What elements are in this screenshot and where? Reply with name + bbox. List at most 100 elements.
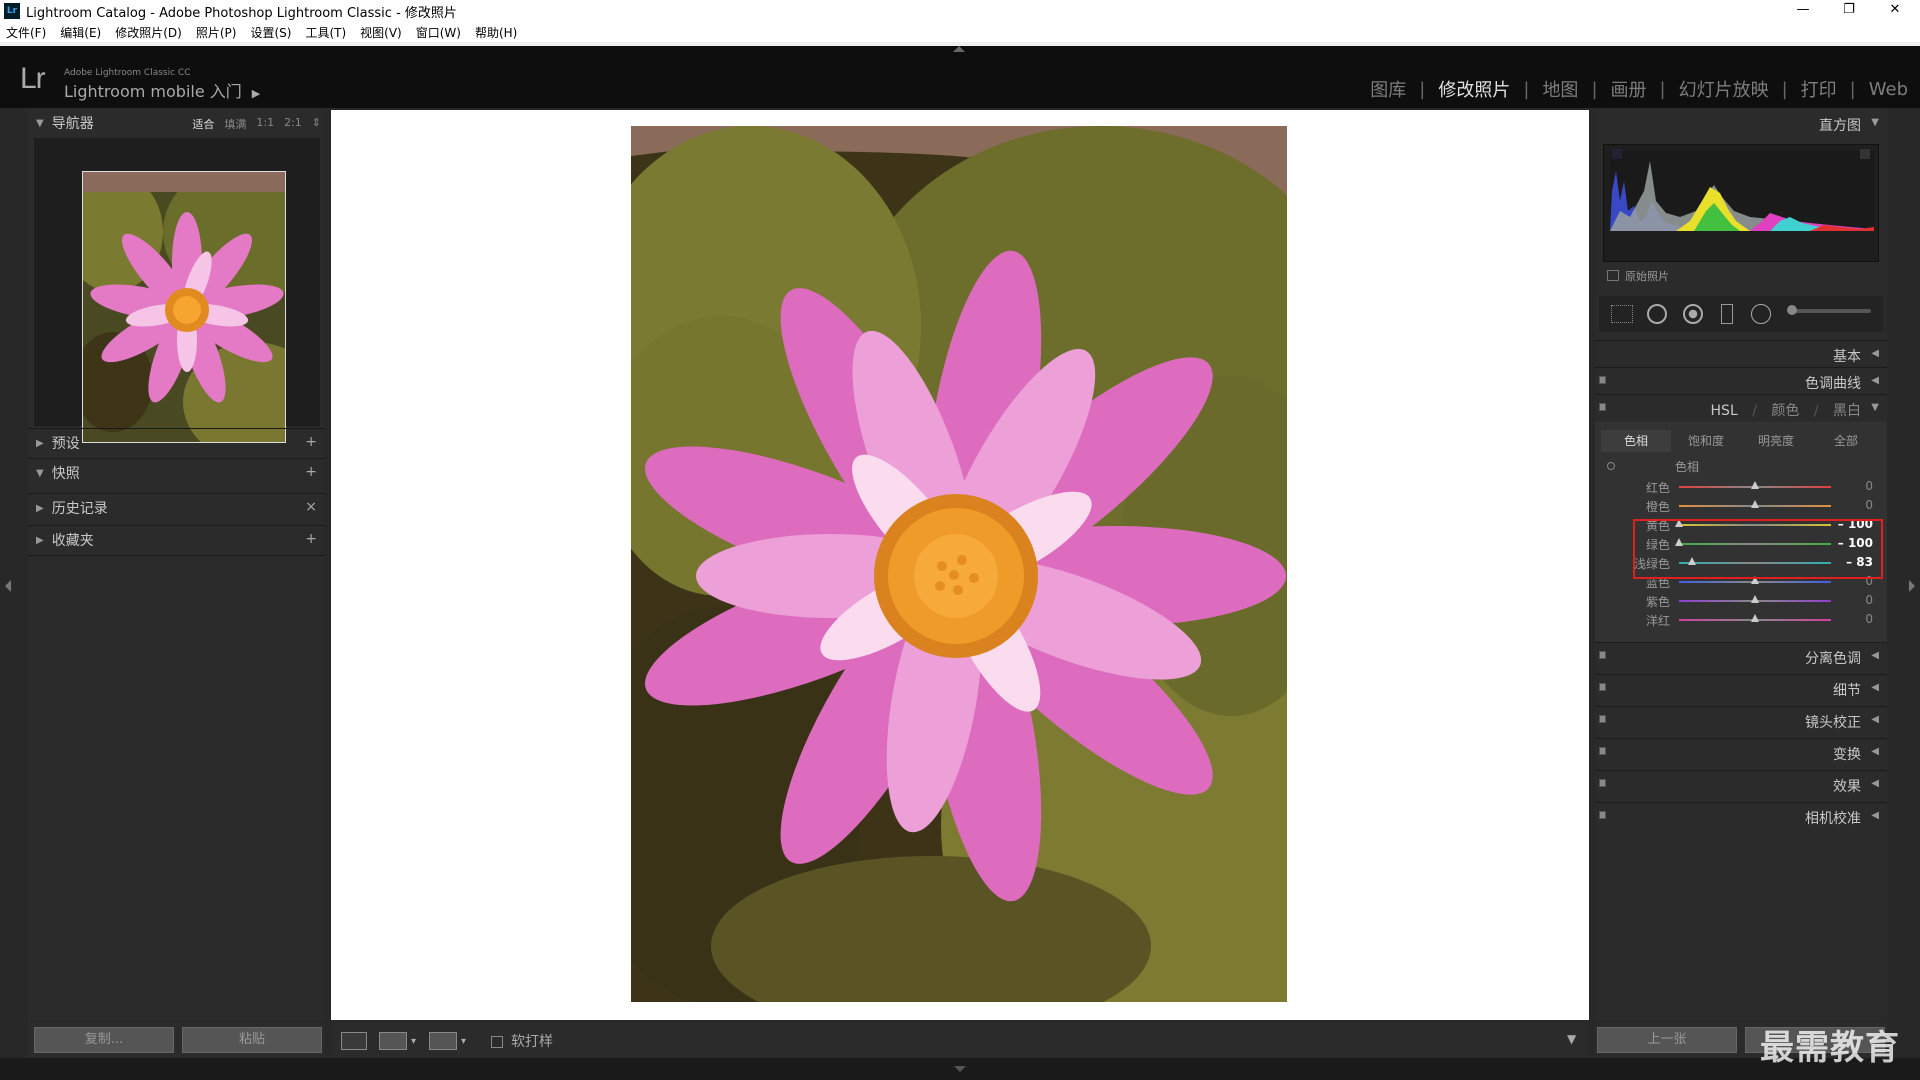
toolbar-menu-icon[interactable]: ▼	[1567, 1032, 1576, 1046]
snapshots-section[interactable]: ▼ 快照 +	[28, 458, 325, 486]
tone-curve-panel-header[interactable]: 色调曲线 ◀	[1595, 367, 1887, 393]
menu-file[interactable]: 文件(F)	[6, 24, 46, 41]
module-library[interactable]: 图库	[1370, 76, 1406, 102]
zoom-2-1[interactable]: 2:1	[284, 116, 302, 132]
module-print[interactable]: 打印	[1801, 76, 1837, 102]
collapse-triangle-icon[interactable]: ▼	[36, 468, 44, 479]
loupe-view-icon[interactable]	[341, 1032, 367, 1050]
maximize-button[interactable]: ❐	[1826, 0, 1872, 22]
hue-slider-row[interactable]: 紫色 0	[1595, 591, 1887, 610]
panel-switch-icon[interactable]	[1599, 747, 1606, 755]
hue-slider-knob[interactable]	[1751, 500, 1759, 508]
adjustment-brush-slider[interactable]	[1789, 309, 1871, 313]
crop-tool-icon[interactable]	[1611, 305, 1633, 323]
panel-switch-icon[interactable]	[1599, 715, 1606, 723]
zoom-1-1[interactable]: 1:1	[256, 116, 274, 132]
left-edge[interactable]	[0, 110, 20, 1058]
filmstrip-toggle-icon[interactable]	[954, 1066, 966, 1072]
navigator-header[interactable]: ▼ 导航器 适合 填满 1:1 2:1 ⇕	[28, 110, 325, 136]
tab-saturation[interactable]: 饱和度	[1671, 430, 1741, 452]
right-edge[interactable]	[1900, 110, 1920, 1058]
previous-button[interactable]: 上一张	[1597, 1027, 1737, 1053]
camera-calibration-panel-header[interactable]: 相机校准 ◀	[1595, 802, 1887, 828]
expand-triangle-icon[interactable]: ▶	[36, 438, 44, 449]
menu-photo[interactable]: 照片(P)	[196, 24, 237, 41]
identity-line2[interactable]: Lightroom mobile 入门 ▶	[64, 78, 260, 102]
hue-slider-value[interactable]: 0	[1833, 593, 1873, 607]
hsl-panel-header[interactable]: HSL / 颜色 / 黑白 ▼	[1595, 394, 1887, 420]
hue-slider-knob[interactable]	[1751, 481, 1759, 489]
menu-window[interactable]: 窗口(W)	[416, 24, 461, 41]
add-snapshot-icon[interactable]: +	[305, 464, 317, 480]
highlight-clipping-icon[interactable]	[1860, 149, 1870, 159]
expand-triangle-icon[interactable]: ◀	[1871, 682, 1879, 693]
menu-tools[interactable]: 工具(T)	[305, 24, 346, 41]
collapse-triangle-icon[interactable]: ▼	[1871, 117, 1879, 128]
expand-triangle-icon[interactable]: ◀	[1871, 714, 1879, 725]
hue-slider-value[interactable]: 0	[1833, 498, 1873, 512]
collapse-triangle-icon[interactable]: ▼	[1871, 402, 1879, 413]
effects-panel-header[interactable]: 效果 ◀	[1595, 770, 1887, 796]
hue-slider-knob[interactable]	[1751, 595, 1759, 603]
hsl-mode-hsl[interactable]: HSL	[1711, 403, 1738, 419]
play-arrow-icon[interactable]: ▶	[252, 87, 260, 100]
before-after-icon[interactable]	[379, 1032, 407, 1050]
menu-view[interactable]: 视图(V)	[360, 24, 402, 41]
split-toning-panel-header[interactable]: 分离色调 ◀	[1595, 642, 1887, 668]
lens-correction-panel-header[interactable]: 镜头校正 ◀	[1595, 706, 1887, 732]
zoom-fit[interactable]: 适合	[192, 116, 214, 132]
graduated-filter-icon[interactable]	[1721, 304, 1733, 324]
menu-edit[interactable]: 编辑(E)	[60, 24, 101, 41]
expand-triangle-icon[interactable]: ◀	[1871, 810, 1879, 821]
paste-settings-button[interactable]: 粘贴	[182, 1027, 322, 1053]
panel-switch-icon[interactable]	[1599, 376, 1606, 384]
panel-switch-icon[interactable]	[1599, 811, 1606, 819]
menu-help[interactable]: 帮助(H)	[475, 24, 517, 41]
copy-settings-button[interactable]: 复制...	[34, 1027, 174, 1053]
histogram[interactable]	[1603, 144, 1879, 262]
radial-filter-icon[interactable]	[1751, 304, 1771, 324]
expand-triangle-icon[interactable]: ◀	[1871, 375, 1879, 386]
expand-triangle-icon[interactable]: ▶	[36, 535, 44, 546]
hue-slider-value[interactable]: 0	[1833, 479, 1873, 493]
spot-removal-icon[interactable]	[1647, 304, 1667, 324]
target-adjustment-icon[interactable]	[1607, 462, 1615, 470]
main-photo[interactable]	[631, 126, 1287, 1002]
dropdown-arrow-icon[interactable]: ▾	[461, 1036, 466, 1047]
panel-switch-icon[interactable]	[1599, 403, 1606, 411]
add-preset-icon[interactable]: +	[305, 434, 317, 450]
menu-settings[interactable]: 设置(S)	[250, 24, 291, 41]
panel-switch-icon[interactable]	[1599, 651, 1606, 659]
transform-panel-header[interactable]: 变换 ◀	[1595, 738, 1887, 764]
presets-section[interactable]: ▶ 预设 +	[28, 428, 325, 456]
panel-switch-icon[interactable]	[1599, 779, 1606, 787]
expand-triangle-icon[interactable]: ◀	[1871, 778, 1879, 789]
right-panel-toggle-icon[interactable]	[1909, 580, 1915, 592]
original-photo-checkbox[interactable]	[1607, 270, 1619, 281]
module-slideshow[interactable]: 幻灯片放映	[1679, 76, 1769, 102]
tab-hue[interactable]: 色相	[1601, 430, 1671, 452]
tab-all[interactable]: 全部	[1811, 430, 1881, 452]
hsl-mode-bw[interactable]: 黑白	[1833, 403, 1861, 419]
collapse-triangle-icon[interactable]: ▼	[36, 118, 44, 129]
zoom-more-icon[interactable]: ⇕	[312, 116, 321, 132]
adjustment-brush-icon[interactable]	[1787, 305, 1797, 315]
hue-slider-value[interactable]: 0	[1833, 612, 1873, 626]
hue-slider-row[interactable]: 红色 0	[1595, 477, 1887, 496]
detail-panel-header[interactable]: 细节 ◀	[1595, 674, 1887, 700]
top-panel-toggle-icon[interactable]	[953, 46, 965, 52]
softproof-checkbox[interactable]	[491, 1036, 503, 1048]
expand-triangle-icon[interactable]: ◀	[1871, 650, 1879, 661]
hsl-mode-color[interactable]: 颜色	[1771, 403, 1799, 419]
panel-switch-icon[interactable]	[1599, 683, 1606, 691]
menu-develop[interactable]: 修改照片(D)	[115, 24, 182, 41]
dropdown-arrow-icon[interactable]: ▾	[411, 1036, 416, 1047]
history-section[interactable]: ▶ 历史记录 ×	[28, 493, 325, 521]
minimize-button[interactable]: —	[1780, 0, 1826, 22]
hue-slider-row[interactable]: 橙色 0	[1595, 496, 1887, 515]
image-viewer[interactable]	[331, 110, 1589, 1020]
left-panel-toggle-icon[interactable]	[5, 580, 11, 592]
histogram-header[interactable]: 直方图 ▼	[1595, 110, 1887, 136]
hue-slider-knob[interactable]	[1751, 614, 1759, 622]
module-web[interactable]: Web	[1869, 79, 1908, 100]
